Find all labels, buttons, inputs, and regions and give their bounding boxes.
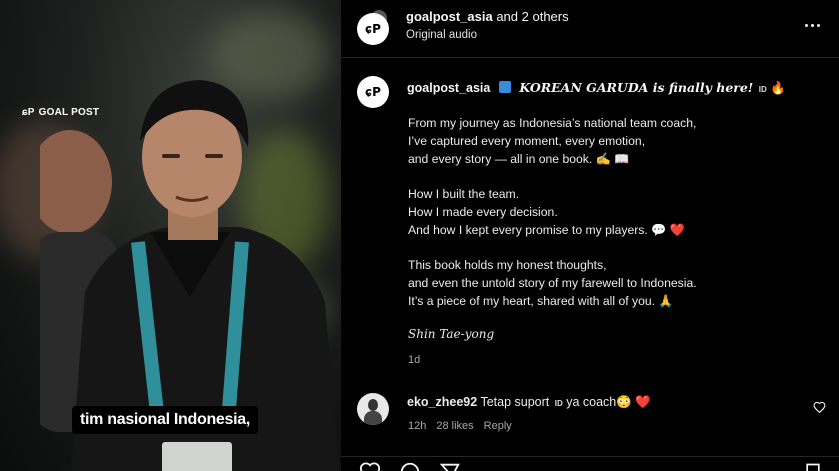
caption-title: KOREAN GARUDA is finally here! [519, 80, 754, 95]
post-timestamp[interactable]: 1d [408, 354, 420, 366]
comment-body: Tetap suport [480, 395, 550, 409]
id-flag-icon: ID [758, 85, 767, 94]
book-icon [498, 81, 511, 93]
reply-button[interactable]: Reply [484, 420, 512, 432]
brand-text: GOAL POST [38, 107, 100, 118]
caption-line: From my journey as Indonesia’s national … [408, 116, 697, 130]
caption-body: From my journey as Indonesia’s national … [408, 114, 697, 343]
more-options-icon[interactable] [801, 14, 823, 36]
caption-paragraph: How I built the team. How I made every d… [408, 185, 697, 239]
caption-line: and even the untold story of my farewell… [408, 276, 697, 290]
comment-time[interactable]: 12h [408, 420, 426, 432]
action-bar [341, 456, 839, 471]
heart-emoji: ❤️ [635, 395, 651, 409]
author-avatar[interactable]: ɕP [357, 13, 389, 45]
share-icon[interactable] [439, 461, 461, 471]
caption-line: And how I kept every promise to my playe… [408, 223, 685, 237]
caption-line: and every story — all in one book. ✍️ 📖 [408, 152, 630, 166]
save-icon[interactable] [803, 461, 823, 471]
author-line: goalpost_asia and 2 others [406, 9, 569, 24]
author-username[interactable]: goalpost_asia [406, 9, 493, 24]
caption-line: It’s a piece of my heart, shared with al… [408, 294, 674, 308]
caption-title-line: goalpost_asia KOREAN GARUDA is finally h… [407, 80, 786, 96]
caption-line: How I made every decision. [408, 205, 558, 219]
commenter-avatar[interactable] [357, 393, 389, 425]
caption-signature: Shin Tae-yong [408, 327, 495, 341]
caption-avatar[interactable]: ɕP [357, 76, 389, 108]
caption-paragraph: From my journey as Indonesia’s national … [408, 114, 697, 168]
commenter-username[interactable]: eko_zhee92 [407, 395, 477, 409]
caption-username[interactable]: goalpost_asia [407, 81, 490, 95]
caption-line: This book holds my honest thoughts, [408, 258, 607, 272]
like-comment-icon[interactable] [813, 401, 826, 414]
collaborators-link[interactable]: and 2 others [496, 9, 568, 24]
goalpost-logo-icon: ɕP [22, 107, 35, 118]
comment-body-end: ya coach😳 [566, 395, 632, 409]
goalpost-watermark: ɕP GOAL POST [22, 107, 99, 118]
id-flag-icon: ID [554, 399, 563, 408]
audio-link[interactable]: Original audio [406, 29, 477, 41]
caption-line: I’ve captured every moment, every emotio… [408, 134, 646, 148]
comment-text: eko_zhee92 Tetap suport ID ya coach😳 ❤️ [407, 395, 651, 410]
post-header: ɕP goalpost_asia and 2 others Original a… [341, 0, 839, 58]
comment-likes[interactable]: 28 likes [436, 420, 473, 432]
comment-meta: 12h 28 likes Reply [408, 420, 512, 432]
comment-icon[interactable] [399, 461, 421, 471]
video-subtitle: tim nasional Indonesia, [72, 406, 259, 434]
fire-icon: 🔥 [770, 81, 786, 95]
caption-line: How I built the team. [408, 187, 520, 201]
post-details-panel: ɕP goalpost_asia and 2 others Original a… [341, 0, 839, 471]
caption-paragraph: This book holds my honest thoughts, and … [408, 256, 697, 310]
like-icon[interactable] [359, 461, 381, 471]
post-video[interactable]: ɕP GOAL POST tim nasional Indonesia, [0, 0, 341, 471]
